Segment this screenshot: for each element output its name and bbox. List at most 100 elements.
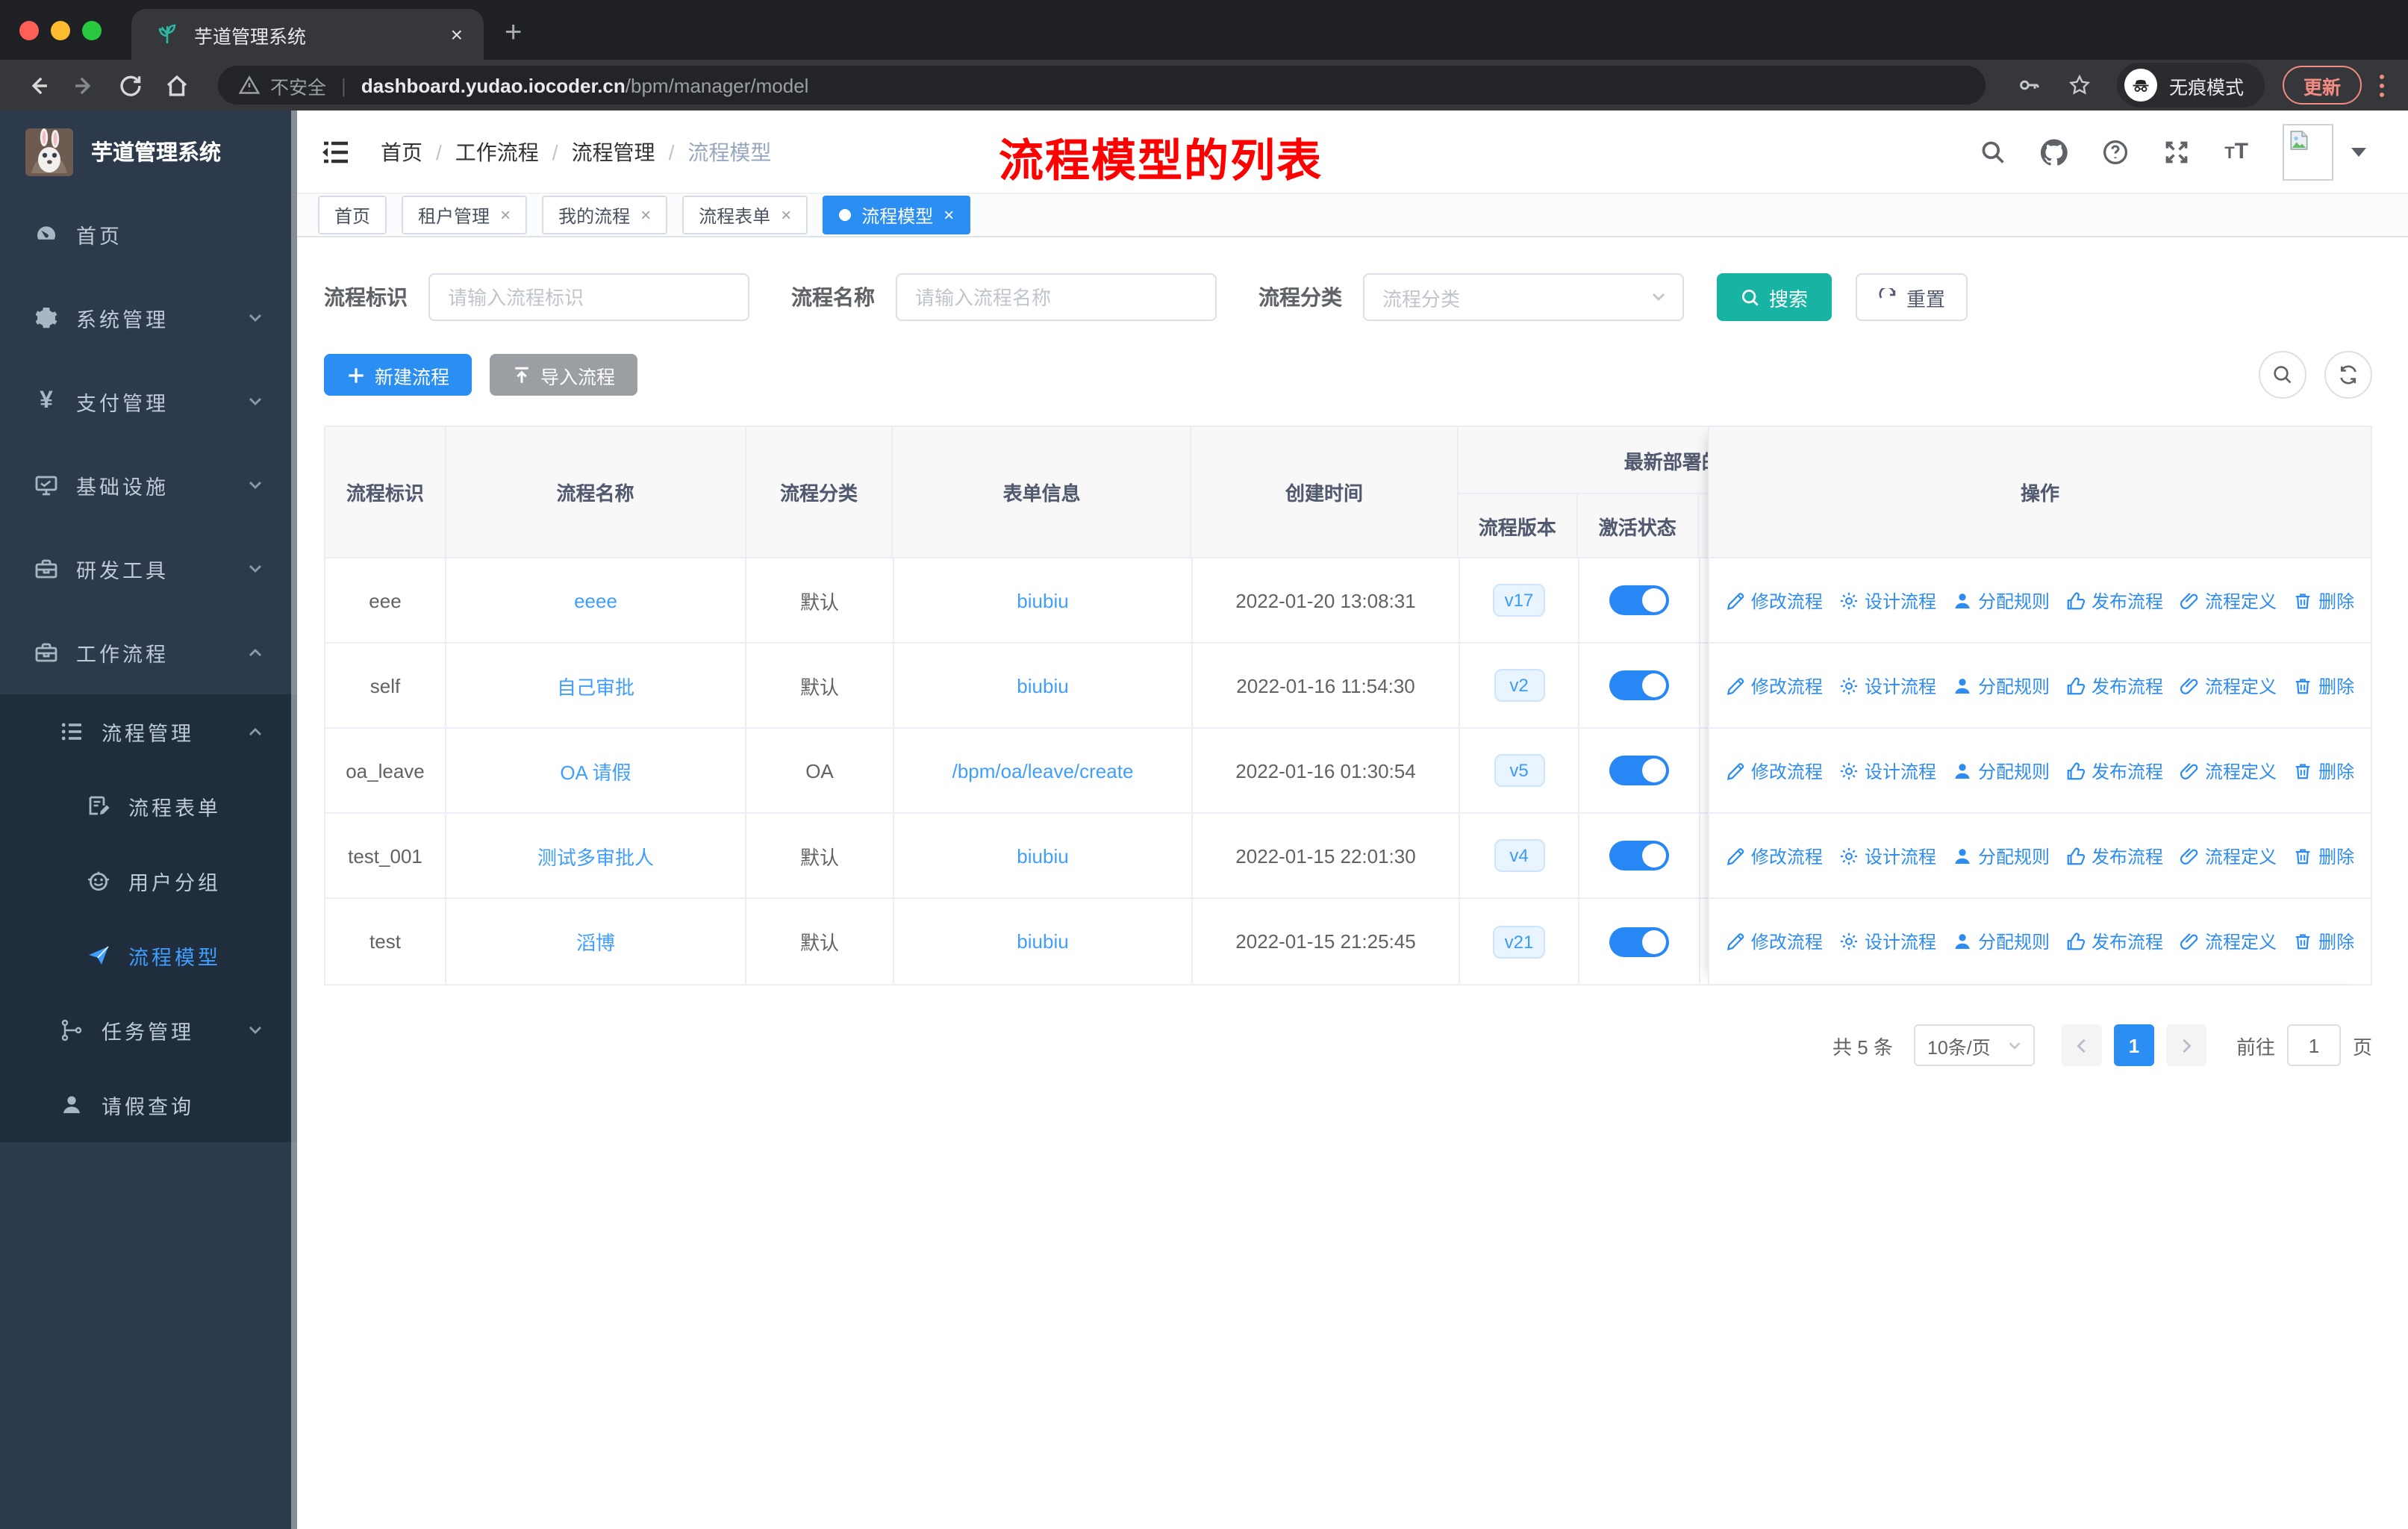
action-definition-link[interactable]: 流程定义 — [2180, 929, 2277, 954]
action-design-link[interactable]: 设计流程 — [1839, 673, 1936, 698]
tab-home[interactable]: 首页 — [318, 196, 387, 234]
action-definition-link[interactable]: 流程定义 — [2180, 673, 2277, 698]
url-domain[interactable]: dashboard.yudao.iocoder.cn — [361, 74, 626, 96]
active-toggle[interactable] — [1609, 841, 1669, 871]
zoom-window-button[interactable] — [82, 20, 102, 40]
tab-tenant[interactable]: 租户管理 × — [402, 196, 528, 234]
search-icon[interactable] — [1980, 138, 2006, 165]
prev-page-button[interactable] — [2061, 1024, 2102, 1066]
password-key-icon[interactable] — [2017, 73, 2041, 97]
tab-close-icon[interactable]: × — [943, 206, 954, 224]
window-controls[interactable] — [0, 0, 119, 60]
action-assign-link[interactable]: 分配规则 — [1953, 843, 2050, 868]
tab-process-form[interactable]: 流程表单 × — [682, 196, 808, 234]
tab-close-icon[interactable]: × — [500, 206, 511, 224]
breadcrumb-item[interactable]: 首页 — [381, 137, 422, 166]
action-definition-link[interactable]: 流程定义 — [2180, 843, 2277, 868]
sidebar-item-process-form[interactable]: 流程表单 — [0, 769, 297, 844]
reset-button[interactable]: 重置 — [1856, 273, 1968, 321]
active-toggle[interactable] — [1609, 927, 1669, 956]
back-icon[interactable] — [25, 72, 51, 98]
action-delete-link[interactable]: 删除 — [2293, 929, 2354, 954]
form-info-link[interactable]: biubiu — [1017, 674, 1068, 697]
process-name-link[interactable]: 测试多审批人 — [537, 841, 654, 870]
tab-process-model[interactable]: 流程模型 × — [823, 196, 971, 234]
sidebar-item-process-manage[interactable]: 流程管理 — [0, 694, 297, 769]
action-publish-link[interactable]: 发布流程 — [2066, 588, 2163, 613]
action-modify-link[interactable]: 修改流程 — [1726, 843, 1823, 868]
action-modify-link[interactable]: 修改流程 — [1726, 758, 1823, 783]
action-publish-link[interactable]: 发布流程 — [2066, 673, 2163, 698]
action-delete-link[interactable]: 删除 — [2293, 843, 2354, 868]
breadcrumb-item[interactable]: 工作流程 — [455, 137, 539, 166]
fullscreen-icon[interactable] — [2163, 138, 2190, 165]
update-button[interactable]: 更新 — [2282, 66, 2362, 105]
import-process-button[interactable]: 导入流程 — [490, 354, 638, 396]
sidebar-item-infra[interactable]: 基础设施 — [0, 443, 297, 527]
github-icon[interactable] — [2041, 138, 2068, 165]
action-assign-link[interactable]: 分配规则 — [1953, 673, 2050, 698]
tab-my-process[interactable]: 我的流程 × — [542, 196, 668, 234]
security-label[interactable]: 不安全 — [270, 71, 326, 99]
sidebar-item-payment[interactable]: ¥ 支付管理 — [0, 360, 297, 443]
action-definition-link[interactable]: 流程定义 — [2180, 758, 2277, 783]
sidebar-item-devtools[interactable]: 研发工具 — [0, 527, 297, 611]
action-definition-link[interactable]: 流程定义 — [2180, 588, 2277, 613]
help-question-icon[interactable] — [2102, 138, 2129, 165]
collapse-sidebar-icon[interactable] — [321, 137, 351, 166]
action-modify-link[interactable]: 修改流程 — [1726, 588, 1823, 613]
refresh-icon[interactable] — [118, 72, 143, 98]
filter-name-input[interactable] — [896, 273, 1217, 321]
browser-menu-icon[interactable] — [2380, 74, 2384, 96]
action-design-link[interactable]: 设计流程 — [1839, 929, 1936, 954]
process-name-link[interactable]: 自己审批 — [557, 671, 634, 700]
active-toggle[interactable] — [1609, 756, 1669, 785]
breadcrumb-item[interactable]: 流程管理 — [572, 137, 655, 166]
search-button[interactable]: 搜索 — [1717, 273, 1832, 321]
form-info-link[interactable]: biubiu — [1017, 844, 1068, 867]
tab-close-icon[interactable]: × — [640, 206, 651, 224]
user-avatar[interactable] — [2283, 123, 2366, 180]
action-design-link[interactable]: 设计流程 — [1839, 843, 1936, 868]
process-name-link[interactable]: 滔博 — [576, 927, 615, 956]
form-info-link[interactable]: biubiu — [1017, 930, 1068, 953]
action-publish-link[interactable]: 发布流程 — [2066, 758, 2163, 783]
filter-category-select[interactable]: 流程分类 — [1363, 273, 1684, 321]
sidebar-item-system[interactable]: 系统管理 — [0, 276, 297, 360]
font-size-icon[interactable]: TT — [2224, 140, 2248, 163]
url-bar[interactable]: 不安全 | dashboard.yudao.iocoder.cn /bpm/ma… — [218, 66, 1986, 105]
action-design-link[interactable]: 设计流程 — [1839, 588, 1936, 613]
new-tab-button[interactable]: + — [505, 18, 522, 48]
next-page-button[interactable] — [2165, 1024, 2206, 1066]
action-delete-link[interactable]: 删除 — [2293, 588, 2354, 613]
process-name-link[interactable]: eeee — [574, 589, 617, 611]
minimize-window-button[interactable] — [51, 20, 70, 40]
forward-icon[interactable] — [72, 72, 97, 98]
page-size-select[interactable]: 10条/页 — [1913, 1024, 2035, 1066]
sidebar-item-leave-query[interactable]: 请假查询 — [0, 1068, 297, 1142]
action-design-link[interactable]: 设计流程 — [1839, 758, 1936, 783]
toggle-search-panel-button[interactable] — [2259, 351, 2306, 399]
app-logo-row[interactable]: 芋道管理系统 — [0, 110, 297, 193]
goto-page-input[interactable] — [2286, 1024, 2341, 1066]
action-delete-link[interactable]: 删除 — [2293, 673, 2354, 698]
action-modify-link[interactable]: 修改流程 — [1726, 673, 1823, 698]
browser-tab[interactable]: 芋道管理系统 × — [131, 9, 484, 60]
url-path[interactable]: /bpm/manager/model — [626, 74, 809, 96]
filter-id-input[interactable] — [428, 273, 749, 321]
sidebar-item-process-model[interactable]: 流程模型 — [0, 918, 297, 993]
home-icon[interactable] — [164, 72, 190, 98]
action-assign-link[interactable]: 分配规则 — [1953, 588, 2050, 613]
bookmark-star-icon[interactable] — [2068, 73, 2092, 97]
active-toggle[interactable] — [1609, 585, 1669, 615]
sidebar-item-user-group[interactable]: 用户分组 — [0, 844, 297, 918]
action-assign-link[interactable]: 分配规则 — [1953, 758, 2050, 783]
form-info-link[interactable]: /bpm/oa/leave/create — [952, 759, 1134, 782]
tab-close-icon[interactable]: × — [445, 21, 469, 48]
refresh-table-button[interactable] — [2324, 351, 2372, 399]
tab-close-icon[interactable]: × — [781, 206, 791, 224]
close-window-button[interactable] — [19, 20, 39, 40]
action-publish-link[interactable]: 发布流程 — [2066, 929, 2163, 954]
current-page-button[interactable]: 1 — [2113, 1024, 2154, 1066]
process-name-link[interactable]: OA 请假 — [560, 756, 631, 785]
